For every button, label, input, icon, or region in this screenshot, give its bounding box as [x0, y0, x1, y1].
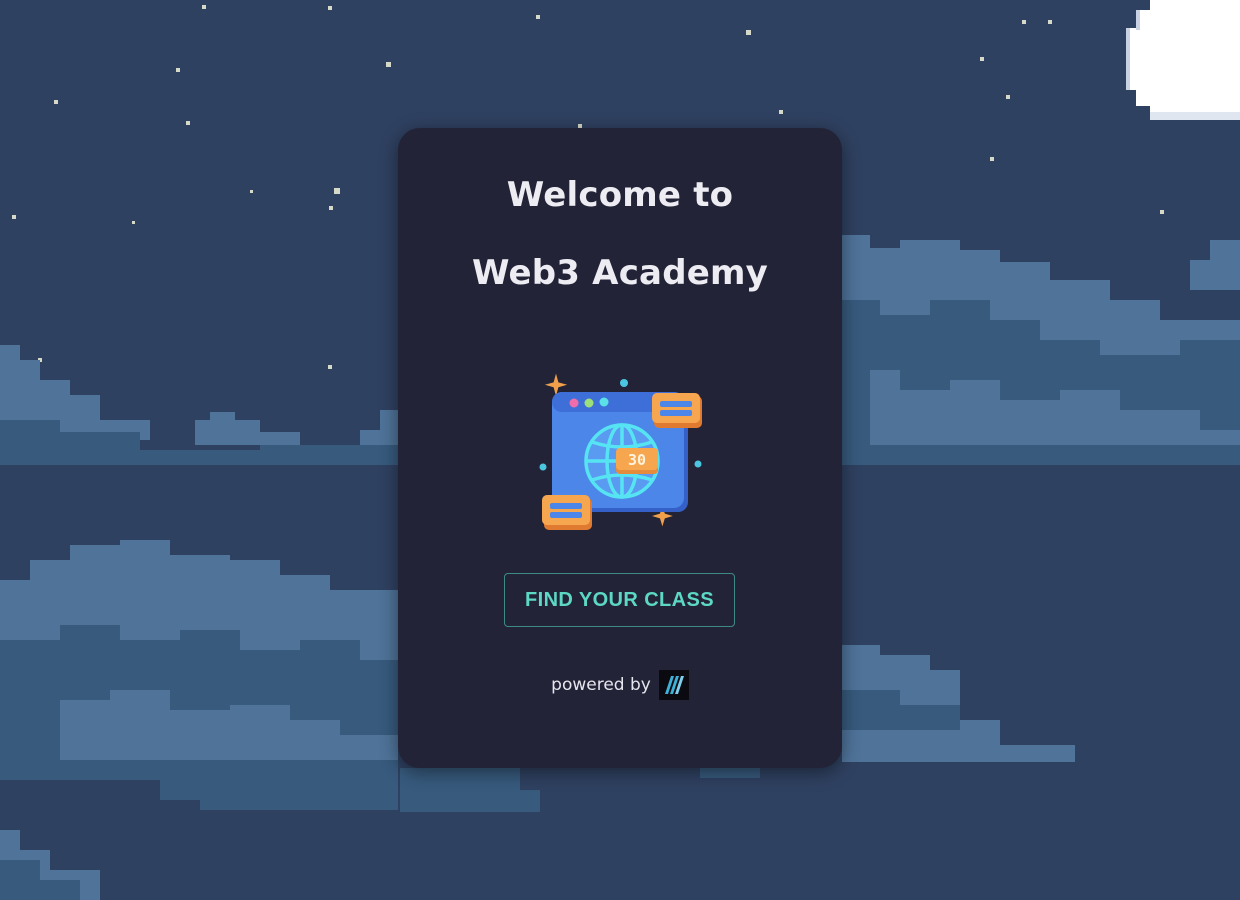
moon: [1126, 0, 1240, 120]
web3-globe-browser-icon: 30: [539, 373, 702, 530]
page-background: Welcome to Web3 Academy 30 FIND YOUR CLA…: [0, 0, 1240, 900]
welcome-heading-line1: Welcome to: [506, 175, 734, 215]
find-your-class-button[interactable]: FIND YOUR CLASS: [504, 573, 735, 627]
svg-text:30: 30: [628, 451, 646, 469]
brand-logo-icon[interactable]: [658, 670, 689, 700]
powered-by-label: powered by: [551, 675, 651, 695]
powered-by-footer: powered by: [398, 668, 842, 702]
welcome-heading-line2: Web3 Academy: [472, 253, 768, 293]
welcome-card: Welcome to Web3 Academy 30 FIND YOUR CLA…: [398, 128, 842, 768]
